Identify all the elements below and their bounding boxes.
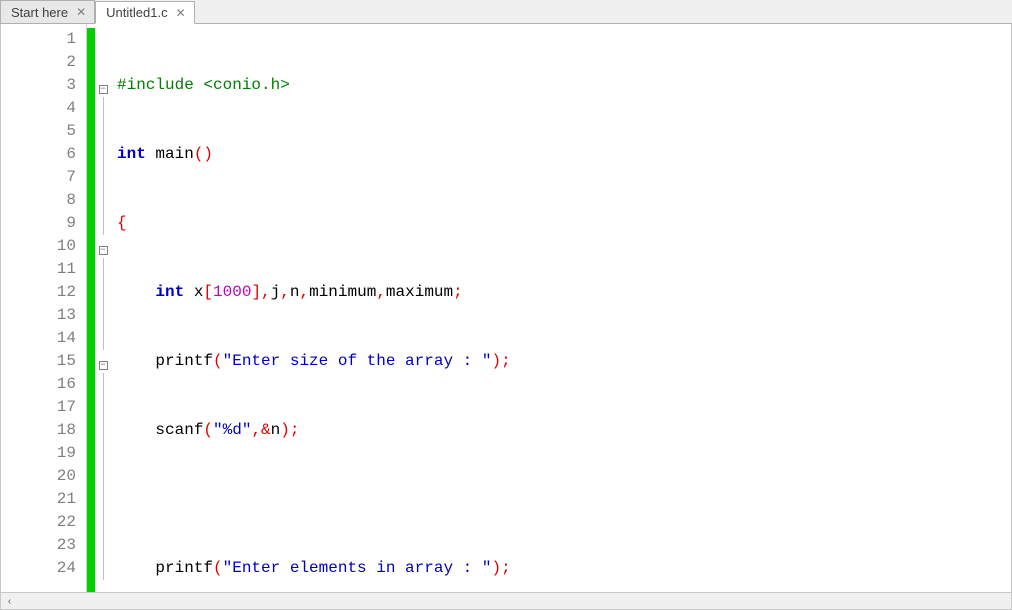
line-number: 12 [1, 281, 76, 304]
line-number: 6 [1, 143, 76, 166]
line-number: 21 [1, 488, 76, 511]
fold-cell [95, 465, 111, 488]
fold-cell: − [95, 235, 111, 258]
line-number: 10 [1, 235, 76, 258]
fold-cell [95, 557, 111, 580]
tab-start-here[interactable]: Start here ✕ [0, 0, 95, 23]
fold-cell [95, 212, 111, 235]
line-number: 2 [1, 51, 76, 74]
fold-cell: − [95, 350, 111, 373]
line-number: 16 [1, 373, 76, 396]
fold-cell [95, 143, 111, 166]
line-number: 7 [1, 166, 76, 189]
fold-toggle-icon[interactable]: − [99, 246, 108, 255]
line-number: 4 [1, 97, 76, 120]
close-icon[interactable]: ✕ [176, 6, 186, 20]
line-number: 13 [1, 304, 76, 327]
line-number: 19 [1, 442, 76, 465]
fold-cell: − [95, 74, 111, 97]
tab-label: Start here [11, 5, 68, 20]
line-number: 8 [1, 189, 76, 212]
line-number: 17 [1, 396, 76, 419]
fold-cell [95, 51, 111, 74]
line-number: 22 [1, 511, 76, 534]
tab-bar: Start here ✕ Untitled1.c ✕ [0, 0, 1012, 24]
change-marker [87, 28, 95, 592]
line-number: 3 [1, 74, 76, 97]
fold-column: − − − [95, 24, 111, 592]
horizontal-scrollbar[interactable]: ‹ [0, 593, 1012, 610]
line-number: 24 [1, 557, 76, 580]
fold-cell [95, 97, 111, 120]
tab-untitled1[interactable]: Untitled1.c ✕ [95, 1, 194, 24]
line-number: 20 [1, 465, 76, 488]
fold-toggle-icon[interactable]: − [99, 85, 108, 94]
line-number: 23 [1, 534, 76, 557]
fold-cell [95, 166, 111, 189]
fold-cell [95, 258, 111, 281]
fold-cell [95, 327, 111, 350]
fold-cell [95, 373, 111, 396]
fold-cell [95, 442, 111, 465]
line-number-gutter: 123456789101112131415161718192021222324 [1, 24, 87, 592]
line-number: 9 [1, 212, 76, 235]
line-number: 5 [1, 120, 76, 143]
fold-cell [95, 419, 111, 442]
tab-label: Untitled1.c [106, 5, 167, 20]
fold-cell [95, 120, 111, 143]
line-number: 18 [1, 419, 76, 442]
code-content[interactable]: #include <conio.h> int main() { int x[10… [111, 24, 1011, 592]
fold-cell [95, 304, 111, 327]
code-editor[interactable]: 123456789101112131415161718192021222324 … [0, 24, 1012, 593]
line-number: 11 [1, 258, 76, 281]
fold-cell [95, 396, 111, 419]
fold-cell [95, 488, 111, 511]
close-icon[interactable]: ✕ [76, 5, 86, 19]
scroll-left-icon[interactable]: ‹ [1, 594, 18, 609]
line-number: 15 [1, 350, 76, 373]
fold-toggle-icon[interactable]: − [99, 361, 108, 370]
line-number: 1 [1, 28, 76, 51]
fold-cell [95, 28, 111, 51]
fold-cell [95, 511, 111, 534]
fold-cell [95, 189, 111, 212]
fold-cell [95, 534, 111, 557]
line-number: 14 [1, 327, 76, 350]
fold-cell [95, 281, 111, 304]
